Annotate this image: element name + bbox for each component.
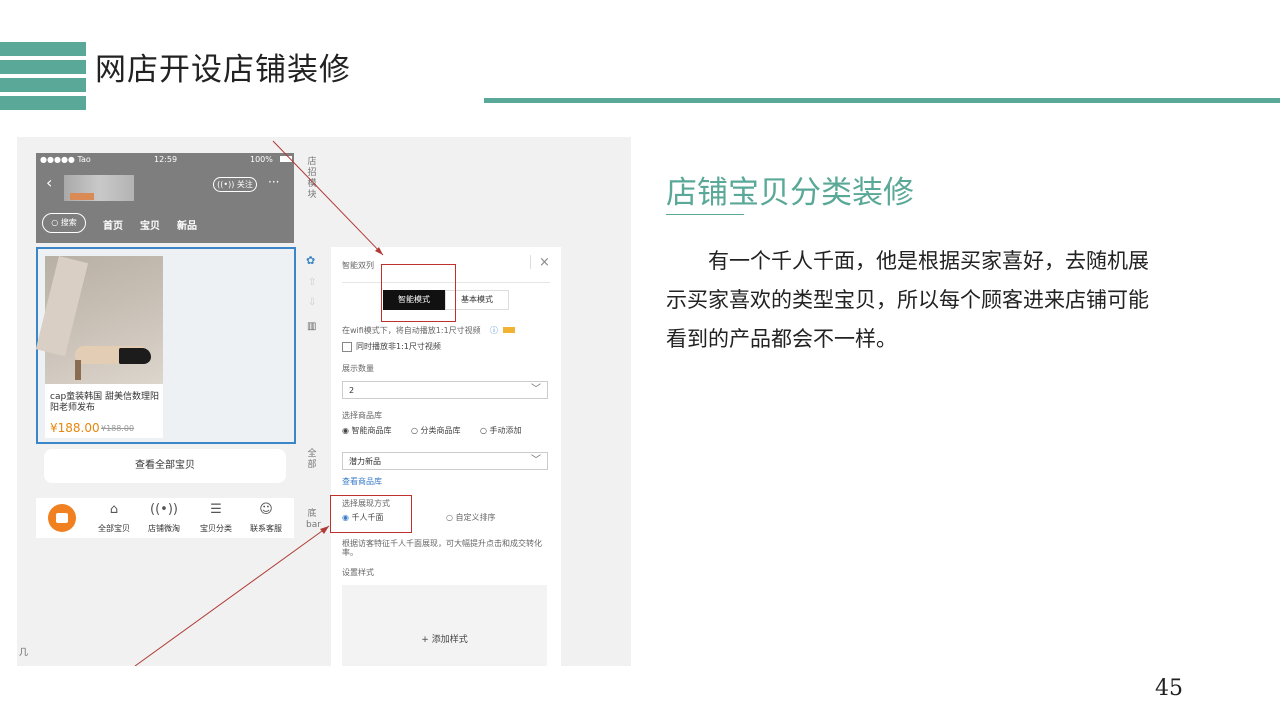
header-rule — [484, 98, 1280, 103]
annotation-arrows — [134, 140, 384, 666]
header-bar — [0, 96, 86, 110]
store-editor-screenshot: ●●●●● Tao 12:59 100% ‹ ((•)) 关注 ··· ○ 搜索… — [17, 137, 631, 666]
header-bar — [0, 60, 86, 74]
page-number: 45 — [1155, 676, 1183, 701]
section-underline — [666, 214, 744, 215]
section-title: 店铺宝贝分类装修 — [666, 175, 914, 211]
header-bar — [0, 42, 86, 56]
section-paragraph: 有一个千人千面，他是根据买家喜好，去随机展示买家喜欢的类型宝贝，所以每个顾客进来… — [666, 249, 1149, 351]
header-bar — [0, 78, 86, 92]
arrow-line — [134, 525, 330, 666]
arrow-head — [320, 526, 329, 534]
arrow-line — [272, 140, 384, 256]
slide-title: 网店开设店铺装修 — [95, 52, 351, 88]
